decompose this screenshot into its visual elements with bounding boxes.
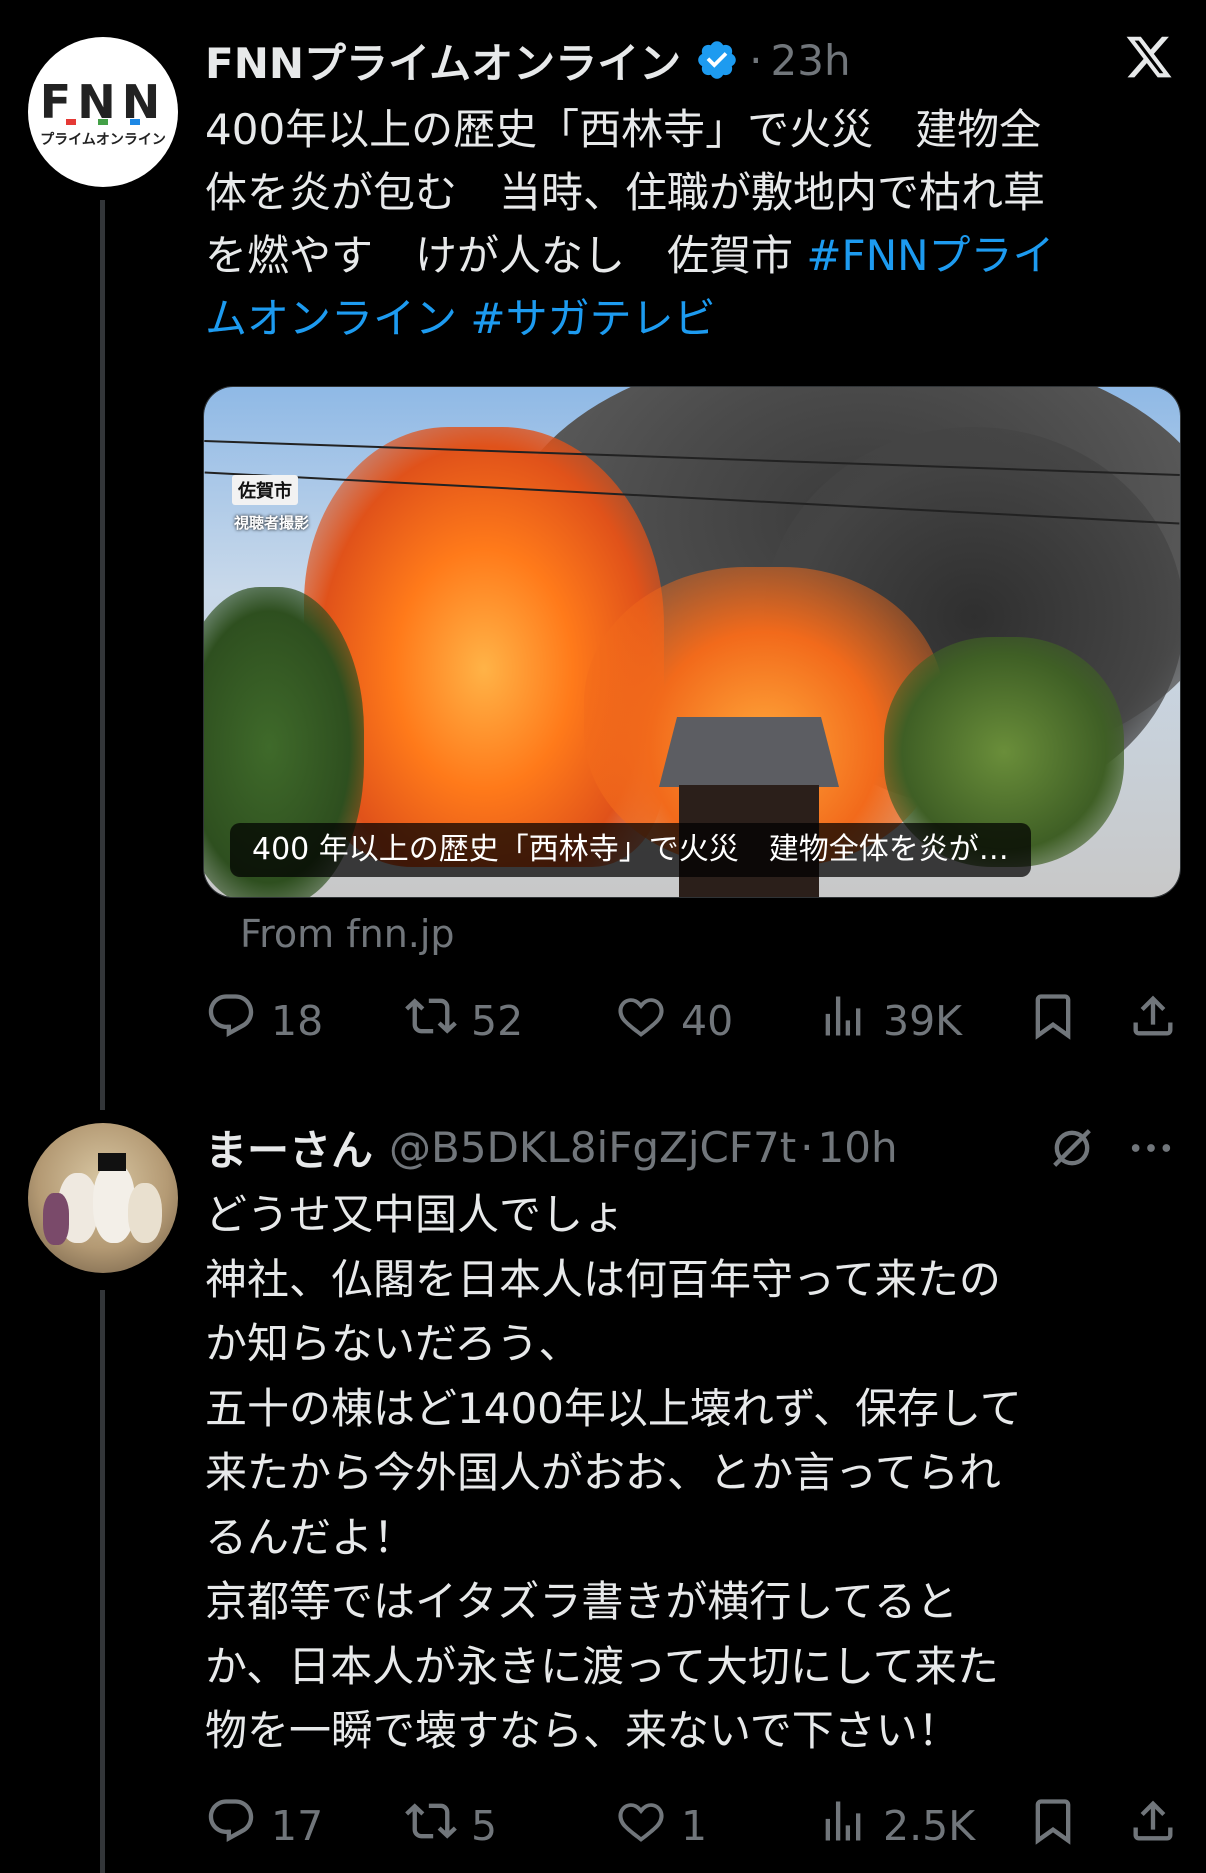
post1-text: 400年以上の歴史「西林寺」で火災 建物全 体を炎が包む 当時、住職が敷地内で枯… [205, 98, 1185, 350]
post-time[interactable]: 23h [771, 36, 851, 85]
share-icon [1127, 990, 1193, 1052]
like-count: 40 [681, 997, 734, 1045]
fnn-logo-subtext: プライムオンライン [40, 132, 166, 148]
link-source[interactable]: From fnn.jp [240, 912, 455, 956]
views-count: 39K [883, 997, 963, 1045]
fnn-logo-accent [66, 119, 76, 125]
reply-icon [205, 1795, 271, 1857]
overlay-city-label: 佐賀市 [232, 475, 298, 505]
link-card-caption: 400 年以上の歴史「西林寺」で火災 建物全体を炎が… [230, 823, 1031, 877]
views-button[interactable]: 2.5K [817, 1795, 975, 1857]
hashtag-fnn-cont[interactable]: ムオンライン [205, 294, 457, 343]
more-icon[interactable] [1128, 1128, 1174, 1168]
views-button[interactable]: 39K [817, 990, 962, 1052]
like-button[interactable]: 1 [615, 1795, 707, 1857]
text-line: 京都等ではイタズラ書きが横行してると [205, 1577, 959, 1626]
text-line: 神社、仏閣を日本人は何百年守って来たの [205, 1254, 1001, 1304]
post1-actions: 18 52 40 39K [205, 990, 1180, 1050]
bookmark-button[interactable] [1027, 990, 1093, 1052]
text-line: か知らないだろう、 [205, 1319, 581, 1368]
meta-dot: · [749, 35, 763, 85]
post2-text: どうせ又中国人でしょ 神社、仏閣を日本人は何百年守って来たの か知らないだろう、… [205, 1183, 1185, 1764]
bookmark-button[interactable] [1027, 1795, 1093, 1857]
overlay-credit-label: 視聴者撮影 [234, 514, 310, 532]
text-line: 五十の棟はど1400年以上壊れず、保存して [205, 1383, 1022, 1433]
display-name[interactable]: まーさん [205, 1117, 373, 1178]
repost-button[interactable]: 5 [405, 1795, 497, 1857]
text-line: 体を炎が包む 当時、住職が敷地内で枯れ草 [205, 168, 1046, 217]
text-line: 物を一瞬で壊すなら、来ないで下さい！ [205, 1706, 960, 1755]
text-line: ムオンライン #サガテレビ [205, 287, 1185, 350]
avatar-figure [128, 1183, 162, 1243]
thread-line [100, 200, 105, 1110]
views-count: 2.5K [883, 1802, 976, 1850]
post2-header: まーさん @B5DKL8iFgZjCF7t · 10h [205, 1115, 898, 1179]
reply-button[interactable]: 17 [205, 1795, 323, 1857]
text-line: どうせ又中国人でしょ [205, 1190, 626, 1239]
post1-header: FNNプライムオンライン · 23h [205, 30, 851, 90]
repost-count: 5 [471, 1802, 498, 1850]
handle[interactable]: @B5DKL8iFgZjCF7t [389, 1123, 796, 1172]
text-line: か、日本人が永きに渡って大切にして来た [205, 1641, 999, 1691]
grok-icon[interactable] [1046, 1122, 1098, 1174]
views-icon [817, 990, 883, 1052]
thread-line [100, 1290, 105, 1873]
display-name[interactable]: FNNプライムオンライン [205, 30, 681, 91]
bookmark-icon [1027, 1795, 1093, 1857]
repost-icon [405, 990, 471, 1052]
meta-dot: · [800, 1122, 814, 1172]
post-time[interactable]: 10h [818, 1123, 898, 1172]
reply-count: 18 [271, 997, 324, 1045]
avatar-figure [43, 1193, 69, 1245]
temple-gate-roof [659, 717, 839, 787]
reply-count: 17 [271, 1802, 324, 1850]
share-button[interactable] [1127, 990, 1193, 1052]
hashtag-sagatv[interactable]: #サガテレビ [470, 294, 715, 343]
avatar-user[interactable] [28, 1123, 178, 1273]
verified-badge-icon [695, 38, 739, 82]
reply-icon [205, 990, 271, 1052]
like-count: 1 [681, 1802, 708, 1850]
reply-button[interactable]: 18 [205, 990, 323, 1052]
text-line: 400年以上の歴史「西林寺」で火災 建物全 [205, 105, 1042, 154]
like-button[interactable]: 40 [615, 990, 733, 1052]
hashtag-fnn[interactable]: #FNNプライ [806, 231, 1054, 280]
bookmark-icon [1027, 990, 1093, 1052]
like-icon [615, 1795, 681, 1857]
repost-count: 52 [471, 997, 524, 1045]
text-line: 来たから今外国人がおお、とか言ってられ [205, 1448, 1001, 1497]
like-icon [615, 990, 681, 1052]
share-button[interactable] [1127, 1795, 1193, 1857]
share-icon [1127, 1795, 1193, 1857]
fnn-logo-accent [98, 119, 108, 125]
repost-button[interactable]: 52 [405, 990, 523, 1052]
link-card-image[interactable]: 佐賀市 視聴者撮影 400 年以上の歴史「西林寺」で火災 建物全体を炎が… [203, 386, 1181, 898]
post2-actions: 17 5 1 2.5K [205, 1795, 1180, 1855]
text-line: を燃やす けが人なし 佐賀市 #FNNプライ [205, 231, 1055, 280]
repost-icon [405, 1795, 471, 1857]
avatar-fnn[interactable]: FNN プライムオンライン [28, 37, 178, 187]
views-icon [817, 1795, 883, 1857]
text-line: るんだよ！ [205, 1512, 416, 1562]
x-logo-icon[interactable] [1124, 32, 1174, 84]
fnn-logo-accent [130, 119, 140, 125]
avatar-hat [98, 1153, 126, 1171]
